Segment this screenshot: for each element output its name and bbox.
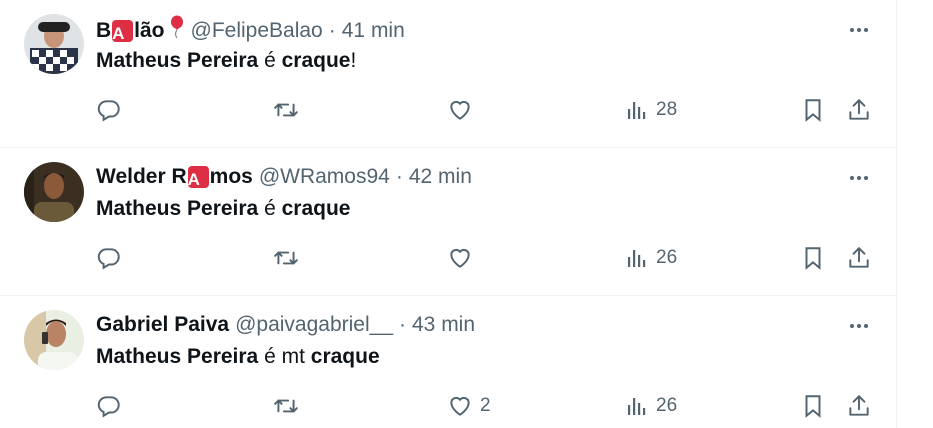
- action-bar: 26: [0, 241, 896, 275]
- tweet-header: B A lão @FelipeBalao · 41 min: [96, 15, 405, 47]
- reply-icon: [96, 97, 122, 123]
- tweet-text: Matheus Pereira é craque!: [96, 47, 356, 75]
- share-button[interactable]: [846, 93, 872, 127]
- view-count: 26: [656, 395, 678, 416]
- reply-icon: [96, 245, 122, 271]
- reply-button[interactable]: [96, 93, 129, 127]
- reply-feed: B A lão @FelipeBalao · 41 min Matheus Pe…: [0, 0, 896, 428]
- bookmark-button[interactable]: [800, 93, 826, 127]
- views-icon: [625, 394, 649, 418]
- action-bar: 28: [0, 93, 896, 127]
- tweet-text: Matheus Pereira é craque: [96, 195, 350, 223]
- like-button[interactable]: 2: [447, 389, 491, 423]
- bookmark-button[interactable]: [800, 389, 826, 423]
- more-icon[interactable]: [847, 18, 871, 47]
- reply-button[interactable]: [96, 389, 129, 423]
- share-button[interactable]: [846, 389, 872, 423]
- share-icon: [846, 245, 872, 271]
- views-button[interactable]: 26: [625, 241, 677, 275]
- display-name[interactable]: B A lão: [96, 15, 185, 47]
- text-segment: Matheus Pereira: [96, 345, 259, 368]
- like-button[interactable]: [447, 93, 480, 127]
- share-button[interactable]: [846, 241, 872, 275]
- display-name[interactable]: Welder R A mos: [96, 163, 253, 191]
- tweet[interactable]: Gabriel Paiva @paivagabriel__ · 43 min M…: [0, 296, 896, 428]
- separator: ·: [395, 165, 403, 188]
- reply-icon: [96, 393, 122, 419]
- heart-icon: [447, 97, 473, 123]
- text-segment: craque: [281, 49, 351, 72]
- tweet-header: Gabriel Paiva @paivagabriel__ · 43 min: [96, 311, 475, 339]
- tweet-text: Matheus Pereira é mt craque: [96, 343, 380, 371]
- retweet-button[interactable]: [272, 389, 307, 423]
- avatar[interactable]: [24, 162, 84, 222]
- share-icon: [846, 97, 872, 123]
- heart-icon: [447, 245, 473, 271]
- tweet[interactable]: B A lão @FelipeBalao · 41 min Matheus Pe…: [0, 0, 896, 148]
- timestamp[interactable]: 43 min: [412, 311, 475, 339]
- more-icon[interactable]: [847, 166, 871, 195]
- view-count: 26: [656, 247, 678, 268]
- column-divider: [896, 0, 897, 428]
- text-segment: craque: [310, 345, 380, 368]
- separator: ·: [328, 19, 336, 42]
- retweet-button[interactable]: [272, 241, 307, 275]
- retweet-icon: [272, 393, 300, 419]
- separator: ·: [399, 313, 406, 336]
- retweet-icon: [272, 97, 300, 123]
- tweet[interactable]: Welder R A mos @WRamos94 · 42 min Matheu…: [0, 148, 896, 296]
- name-part: lão: [134, 19, 165, 42]
- reply-button[interactable]: [96, 241, 129, 275]
- text-segment: é: [258, 197, 282, 220]
- action-bar: 2 26: [0, 389, 896, 423]
- bookmark-icon: [800, 97, 826, 123]
- name-part: Welder R: [96, 165, 187, 188]
- bookmark-button[interactable]: [800, 241, 826, 275]
- retweet-icon: [272, 245, 300, 271]
- letter-a-emoji: A: [187, 166, 209, 189]
- views-button[interactable]: 28: [625, 93, 677, 127]
- text-segment: Matheus Pereira: [96, 197, 259, 220]
- view-count: 28: [656, 99, 678, 120]
- timestamp[interactable]: 42 min: [409, 163, 472, 191]
- user-handle[interactable]: @FelipeBalao: [191, 17, 323, 45]
- letter-a-emoji: A: [112, 20, 134, 43]
- text-segment: é: [258, 49, 282, 72]
- user-handle[interactable]: @WRamos94: [259, 163, 390, 191]
- text-segment: craque: [281, 197, 351, 220]
- avatar[interactable]: [24, 310, 84, 370]
- retweet-button[interactable]: [272, 93, 307, 127]
- name-part: mos: [209, 165, 253, 188]
- avatar[interactable]: [24, 14, 84, 74]
- text-segment: é mt: [258, 345, 311, 368]
- views-icon: [625, 246, 649, 270]
- tweet-header: Welder R A mos @WRamos94 · 42 min: [96, 163, 472, 191]
- bookmark-icon: [800, 393, 826, 419]
- text-segment: Matheus Pereira: [96, 49, 259, 72]
- like-button[interactable]: [447, 241, 480, 275]
- more-icon[interactable]: [847, 314, 871, 343]
- heart-icon: [447, 393, 473, 419]
- name-part: B: [96, 19, 112, 42]
- display-name[interactable]: Gabriel Paiva: [96, 311, 229, 339]
- bookmark-icon: [800, 245, 826, 271]
- balloon-icon: [169, 15, 185, 47]
- views-button[interactable]: 26: [625, 389, 677, 423]
- views-icon: [625, 98, 649, 122]
- user-handle[interactable]: @paivagabriel__: [235, 311, 393, 339]
- timestamp[interactable]: 41 min: [342, 17, 405, 45]
- name-part: Gabriel Paiva: [96, 313, 230, 336]
- share-icon: [846, 393, 872, 419]
- text-segment: !: [350, 49, 357, 72]
- like-count: 2: [480, 395, 491, 416]
